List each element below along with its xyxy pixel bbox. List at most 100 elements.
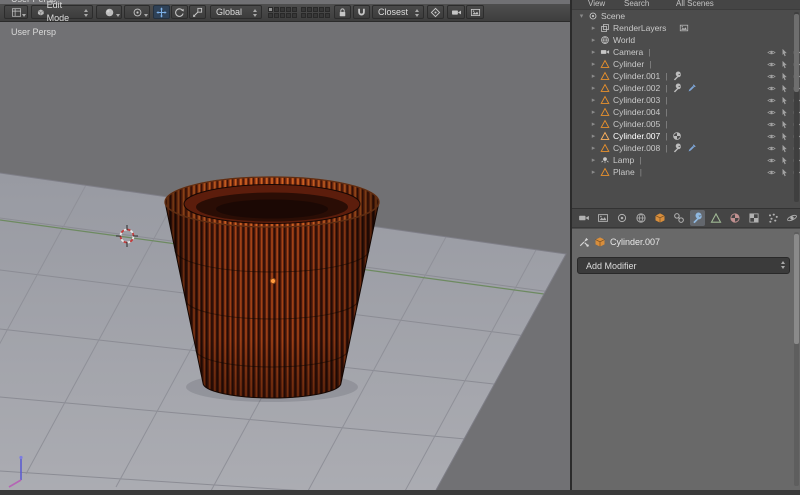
cursor-icon[interactable]: [780, 168, 789, 177]
outliner-row-world[interactable]: ▸ World: [572, 34, 800, 46]
snap-element-button[interactable]: [427, 5, 444, 19]
add-modifier-button[interactable]: Add Modifier: [577, 257, 790, 274]
outliner-row-cylinder-005[interactable]: ▸ Cylinder.005 |: [572, 118, 800, 130]
cursor-icon[interactable]: [780, 96, 789, 105]
render-camera-icon: [451, 7, 462, 18]
snap-toggle-button[interactable]: [353, 5, 370, 19]
outliner-search-menu[interactable]: Search: [624, 0, 649, 8]
tab-render-layers[interactable]: [595, 210, 611, 226]
cursor-icon[interactable]: [780, 72, 789, 81]
outliner-scrollbar-thumb[interactable]: [794, 14, 799, 92]
mode-select[interactable]: Edit Mode: [31, 0, 93, 23]
eye-icon[interactable]: [767, 132, 776, 141]
expander-icon[interactable]: ▸: [590, 96, 597, 104]
eye-icon[interactable]: [767, 60, 776, 69]
outliner-row-lamp[interactable]: ▸ Lamp |: [572, 154, 800, 166]
expander-icon[interactable]: ▸: [590, 60, 597, 68]
expander-icon[interactable]: ▸: [590, 72, 597, 80]
tab-render[interactable]: [576, 210, 592, 226]
outliner-row-cylinder-008[interactable]: ▸ Cylinder.008 |: [572, 142, 800, 154]
expander-icon[interactable]: ▸: [590, 36, 597, 44]
cursor-icon[interactable]: [780, 132, 789, 141]
outliner-display-mode[interactable]: All Scenes: [676, 0, 714, 8]
manipulator-scale-button[interactable]: [189, 5, 206, 19]
layers-group-1[interactable]: [268, 7, 297, 18]
outliner-row-plane[interactable]: ▸ Plane |: [572, 166, 800, 178]
camera-icon: [600, 47, 610, 57]
properties-breadcrumb: Cylinder.007: [578, 236, 660, 248]
viewport-canvas[interactable]: [0, 21, 570, 491]
3d-viewport[interactable]: User Persp: [0, 21, 570, 491]
opengl-render-anim-button[interactable]: [466, 5, 484, 19]
expander-icon[interactable]: ▸: [590, 24, 597, 32]
cursor-icon[interactable]: [780, 156, 789, 165]
outliner-row-scene[interactable]: ▾ Scene: [572, 10, 798, 22]
tab-physics[interactable]: [784, 210, 800, 226]
cursor-icon[interactable]: [780, 60, 789, 69]
cursor-icon[interactable]: [780, 144, 789, 153]
mesh-icon: [600, 95, 610, 105]
pivot-icon: [132, 7, 143, 18]
expander-icon[interactable]: ▾: [578, 12, 585, 20]
pivot-point-button[interactable]: [124, 5, 150, 19]
layers-group-2[interactable]: [301, 7, 330, 18]
manipulator-rotate-button[interactable]: [171, 5, 188, 19]
properties-scrollbar-thumb[interactable]: [794, 234, 799, 344]
shading-sphere-icon: [104, 7, 115, 18]
expander-icon[interactable]: ▸: [590, 156, 597, 164]
expander-icon[interactable]: ▸: [590, 108, 597, 116]
outliner-row-cylinder-003[interactable]: ▸ Cylinder.003 |: [572, 94, 800, 106]
editor-type-button[interactable]: [4, 5, 28, 19]
manipulator-translate-button[interactable]: [153, 5, 170, 19]
eye-icon[interactable]: [767, 72, 776, 81]
outliner-row-cylinder[interactable]: ▸ Cylinder |: [572, 58, 800, 70]
lock-button[interactable]: [334, 5, 351, 19]
tab-object[interactable]: [652, 210, 668, 226]
eye-icon[interactable]: [767, 144, 776, 153]
tab-world[interactable]: [633, 210, 649, 226]
viewport-header: Edit Mode Global Closest: [0, 0, 570, 23]
render-anim-icon: [470, 7, 481, 18]
eye-icon[interactable]: [767, 156, 776, 165]
viewport-shading-button[interactable]: [96, 5, 122, 19]
render-layers-icon: [600, 23, 610, 33]
expander-icon[interactable]: ▸: [590, 168, 597, 176]
expander-icon[interactable]: ▸: [590, 120, 597, 128]
photo-icon: [679, 23, 689, 33]
cursor-icon[interactable]: [780, 48, 789, 57]
expander-icon[interactable]: ▸: [590, 132, 597, 140]
outliner-row-cylinder-007[interactable]: ▸ Cylinder.007 |: [572, 130, 800, 142]
tab-object-data[interactable]: [708, 210, 724, 226]
outliner-row-cylinder-001[interactable]: ▸ Cylinder.001 |: [572, 70, 800, 82]
expander-icon[interactable]: ▸: [590, 48, 597, 56]
outliner-row-cylinder-002[interactable]: ▸ Cylinder.002 |: [572, 82, 800, 94]
tab-scene[interactable]: [614, 210, 630, 226]
eye-icon[interactable]: [767, 168, 776, 177]
outliner-row-cylinder-004[interactable]: ▸ Cylinder.004 |: [572, 106, 800, 118]
transform-orientation-select[interactable]: Global: [210, 5, 262, 19]
outliner-row-renderlayers[interactable]: ▸ RenderLayers: [572, 22, 800, 34]
scene-icon: [588, 11, 598, 21]
eye-icon[interactable]: [767, 96, 776, 105]
tab-material[interactable]: [727, 210, 743, 226]
tab-particles[interactable]: [765, 210, 781, 226]
eye-icon[interactable]: [767, 48, 776, 57]
cursor-icon[interactable]: [780, 108, 789, 117]
outliner-row-camera[interactable]: ▸ Camera |: [572, 46, 800, 58]
eye-icon[interactable]: [767, 108, 776, 117]
eye-icon[interactable]: [767, 120, 776, 129]
cursor-icon[interactable]: [780, 120, 789, 129]
snap-target-select[interactable]: Closest: [372, 5, 424, 19]
layers-widget[interactable]: [268, 7, 330, 18]
tab-modifiers[interactable]: [689, 210, 706, 226]
expander-icon[interactable]: ▸: [590, 84, 597, 92]
view-name-label: User Persp: [11, 27, 57, 37]
properties-edit-icon: [578, 236, 590, 248]
expander-icon[interactable]: ▸: [590, 144, 597, 152]
opengl-render-button[interactable]: [447, 5, 465, 19]
outliner-view-menu[interactable]: View: [588, 0, 605, 8]
eye-icon[interactable]: [767, 84, 776, 93]
tab-texture[interactable]: [746, 210, 762, 226]
tab-constraints[interactable]: [671, 210, 687, 226]
cursor-icon[interactable]: [780, 84, 789, 93]
